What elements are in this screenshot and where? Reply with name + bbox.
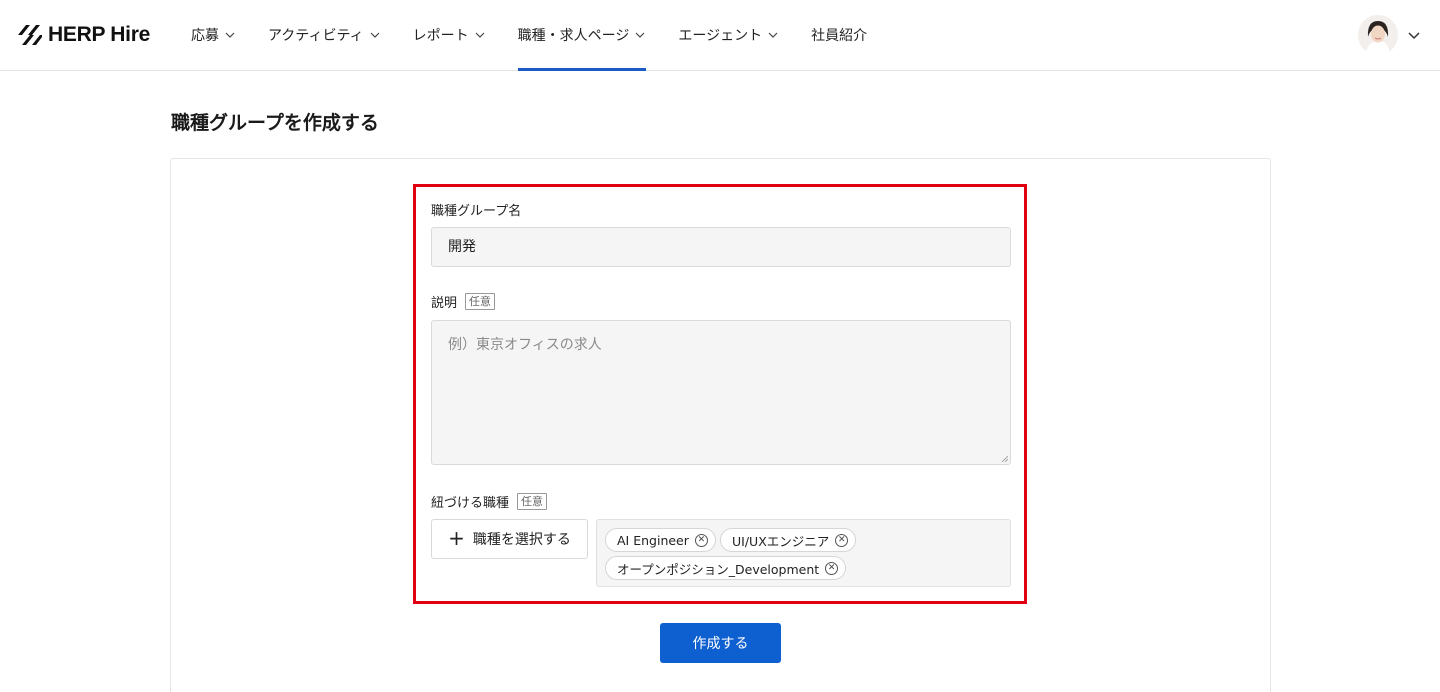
remove-tag-icon[interactable]: ✕ (825, 561, 839, 575)
chevron-down-icon (225, 32, 235, 38)
nav-item-activity[interactable]: アクティビティ (268, 0, 381, 70)
group-name-label-text: 職種グループ名 (431, 204, 522, 219)
position-tag-label: AI Engineer (617, 532, 689, 548)
page-title: 職種グループを作成する (171, 112, 379, 134)
nav-item-agents[interactable]: エージェント (678, 0, 779, 70)
remove-tag-icon[interactable]: ✕ (835, 533, 849, 547)
nav-item-label: 社員紹介 (811, 28, 868, 44)
herp-hire-logo[interactable]: HERP Hire (16, 23, 150, 47)
nav-item-label: 職種・求人ページ (517, 28, 630, 44)
position-tag: UI/UXエンジニア ✕ (720, 528, 857, 552)
description-label: 説明 任意 (431, 292, 496, 311)
chevron-down-icon (475, 32, 485, 38)
create-button[interactable]: 作成する (660, 623, 781, 663)
group-name-input[interactable]: 開発 (431, 227, 1011, 267)
plus-icon: + (448, 526, 465, 550)
position-tag: オープンポジション_Development ✕ (605, 556, 847, 580)
chevron-down-icon (768, 32, 778, 38)
avatar[interactable] (1358, 15, 1398, 55)
position-tag-label: UI/UXエンジニア (732, 533, 830, 549)
position-tag-label: オープンポジション_Development (617, 561, 820, 577)
description-textarea[interactable]: 例）東京オフィスの求人 (431, 320, 1011, 465)
top-header: HERP Hire 応募 アクティビティ レポート 職種・求人ページ エージェン… (0, 0, 1440, 71)
chevron-down-icon (635, 32, 645, 38)
nav-item-label: レポート (412, 28, 469, 44)
main-nav: 応募 アクティビティ レポート 職種・求人ページ エージェント 社員紹介 (191, 0, 899, 71)
chevron-down-icon (370, 32, 380, 38)
position-tag: AI Engineer ✕ (605, 528, 716, 552)
positions-label: 紐づける職種 任意 (431, 492, 548, 511)
chevron-down-icon[interactable] (1407, 28, 1421, 42)
nav-item-label: エージェント (678, 28, 763, 44)
resize-handle-icon[interactable] (1002, 456, 1008, 462)
selected-positions-box: AI Engineer ✕ UI/UXエンジニア ✕ オープンポジション_Dev… (596, 519, 1011, 587)
nav-item-label: アクティビティ (268, 28, 364, 44)
optional-badge: 任意 (517, 493, 548, 510)
remove-tag-icon[interactable]: ✕ (694, 533, 708, 547)
description-label-text: 説明 (431, 296, 458, 311)
nav-item-positions[interactable]: 職種・求人ページ (517, 0, 647, 71)
nav-item-applications[interactable]: 応募 (191, 0, 236, 70)
nav-item-referrals[interactable]: 社員紹介 (811, 0, 867, 70)
select-positions-button[interactable]: + 職種を選択する (431, 519, 588, 559)
nav-item-reports[interactable]: レポート (413, 0, 486, 70)
herp-logo-icon (18, 25, 42, 45)
group-name-label: 職種グループ名 (431, 200, 521, 219)
select-positions-label: 職種を選択する (472, 532, 571, 548)
logo-text: HERP Hire (48, 23, 150, 46)
nav-item-label: 応募 (191, 28, 219, 44)
optional-badge: 任意 (465, 293, 496, 310)
positions-label-text: 紐づける職種 (431, 496, 510, 511)
description-placeholder: 例）東京オフィスの求人 (448, 337, 602, 353)
user-avatar-icon (1358, 15, 1398, 55)
